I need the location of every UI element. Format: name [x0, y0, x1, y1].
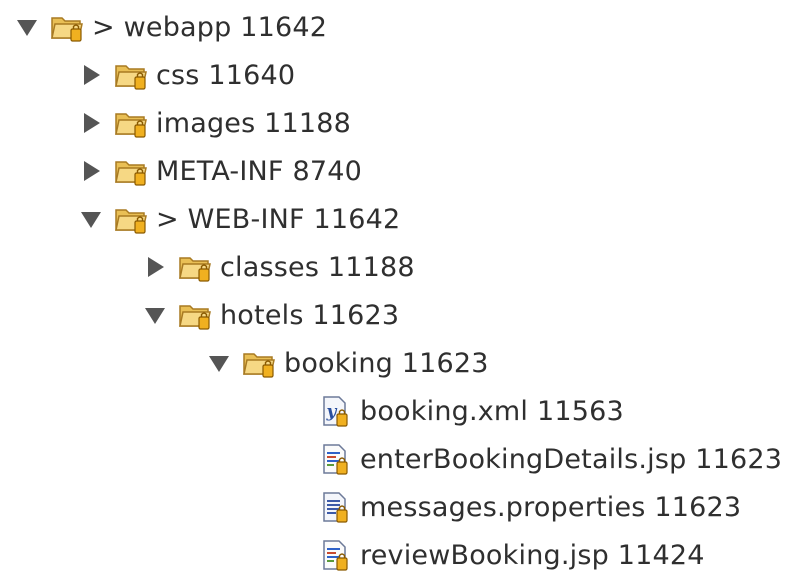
- node-name: images: [156, 107, 256, 139]
- triangle-right-icon[interactable]: [78, 158, 104, 184]
- properties-file-icon: [318, 490, 352, 524]
- tree-node-label: css 11640: [156, 62, 295, 89]
- folder-icon: [114, 202, 148, 236]
- node-name: WEB-INF: [187, 203, 305, 235]
- tree-node-label: > webapp 11642: [92, 14, 327, 41]
- revision-number: 11642: [313, 203, 401, 235]
- folder-icon: [178, 250, 212, 284]
- revision-number: 11623: [401, 347, 489, 379]
- node-name: css: [156, 59, 200, 91]
- revision-number: 11563: [536, 395, 624, 427]
- triangle-right-icon[interactable]: [78, 62, 104, 88]
- revision-number: 11188: [264, 107, 352, 139]
- outgoing-change-marker: >: [92, 11, 115, 43]
- triangle-down-icon[interactable]: [206, 350, 232, 376]
- revision-number: 11623: [695, 443, 783, 475]
- tree-node-label: META-INF 8740: [156, 158, 362, 185]
- tree-node-label: enterBookingDetails.jsp 11623: [360, 446, 782, 473]
- tree-node-messages-properties[interactable]: messages.properties 11623: [282, 485, 741, 529]
- tree-node-booking-xml[interactable]: booking.xml 11563: [282, 389, 624, 433]
- tree-node-css[interactable]: css 11640: [78, 53, 295, 97]
- tree-node-label: images 11188: [156, 110, 351, 137]
- tree-node-label: classes 11188: [220, 254, 415, 281]
- tree-node-webapp[interactable]: > webapp 11642: [14, 5, 327, 49]
- node-name: booking: [284, 347, 393, 379]
- tree-node-label: booking.xml 11563: [360, 398, 624, 425]
- tree-node-review-booking-jsp[interactable]: reviewBooking.jsp 11424: [282, 533, 705, 577]
- node-name: enterBookingDetails.jsp: [360, 443, 687, 475]
- tree-node-web-inf[interactable]: > WEB-INF 11642: [78, 197, 400, 241]
- tree-node-label: reviewBooking.jsp 11424: [360, 542, 705, 569]
- outgoing-change-marker: >: [156, 203, 179, 235]
- node-name: booking.xml: [360, 395, 529, 427]
- tree-node-meta-inf[interactable]: META-INF 8740: [78, 149, 362, 193]
- node-name: reviewBooking.jsp: [360, 539, 609, 571]
- revision-number: 11640: [208, 59, 296, 91]
- tree-node-label: > WEB-INF 11642: [156, 206, 400, 233]
- triangle-down-icon[interactable]: [78, 206, 104, 232]
- triangle-down-icon[interactable]: [14, 14, 40, 40]
- revision-number: 11623: [312, 299, 400, 331]
- revision-number: 11642: [240, 11, 328, 43]
- tree-node-label: hotels 11623: [220, 302, 399, 329]
- folder-icon: [50, 10, 84, 44]
- xml-file-icon: [318, 394, 352, 428]
- node-name: hotels: [220, 299, 304, 331]
- tree-node-label: booking 11623: [284, 350, 489, 377]
- triangle-right-icon[interactable]: [78, 110, 104, 136]
- folder-icon: [114, 58, 148, 92]
- tree-node-images[interactable]: images 11188: [78, 101, 351, 145]
- revision-number: 8740: [292, 155, 362, 187]
- folder-icon: [114, 106, 148, 140]
- folder-icon: [178, 298, 212, 332]
- triangle-right-icon[interactable]: [142, 254, 168, 280]
- tree-node-label: messages.properties 11623: [360, 494, 741, 521]
- tree-node-classes[interactable]: classes 11188: [142, 245, 415, 289]
- revision-number: 11623: [654, 491, 742, 523]
- jsp-file-icon: [318, 442, 352, 476]
- node-name: webapp: [123, 11, 232, 43]
- tree-node-booking[interactable]: booking 11623: [206, 341, 489, 385]
- revision-number: 11188: [327, 251, 415, 283]
- tree-node-enter-booking-details-jsp[interactable]: enterBookingDetails.jsp 11623: [282, 437, 782, 481]
- project-explorer-tree: > webapp 11642 css 11640 images 11188 ME…: [0, 0, 807, 581]
- tree-node-hotels[interactable]: hotels 11623: [142, 293, 399, 337]
- revision-number: 11424: [617, 539, 705, 571]
- triangle-down-icon[interactable]: [142, 302, 168, 328]
- folder-icon: [114, 154, 148, 188]
- node-name: META-INF: [156, 155, 284, 187]
- jsp-file-icon: [318, 538, 352, 572]
- node-name: messages.properties: [360, 491, 646, 523]
- folder-icon: [242, 346, 276, 380]
- node-name: classes: [220, 251, 320, 283]
